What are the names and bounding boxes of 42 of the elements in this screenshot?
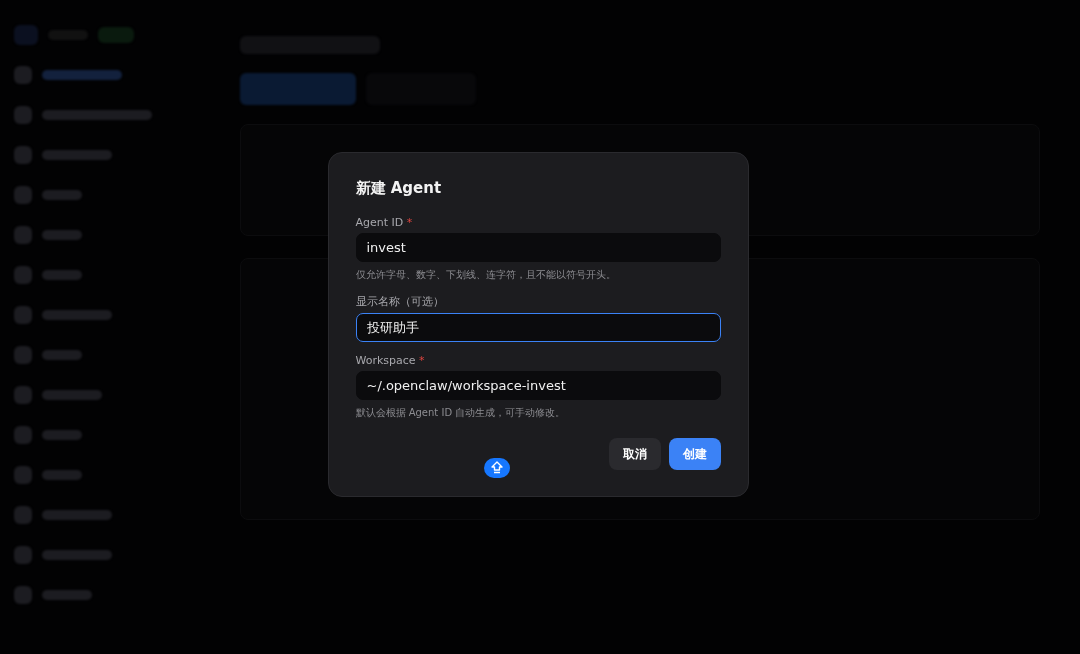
blurred-sidebar-item [42, 510, 112, 520]
blurred-sidebar-icon [14, 66, 32, 84]
arrow-up-icon[interactable] [483, 458, 510, 478]
field-hint: 默认会根据 Agent ID 自动生成，可手动修改。 [355, 406, 567, 420]
blurred-sidebar-icon [14, 506, 32, 524]
input-field[interactable]: 投研助手 [355, 313, 721, 342]
required-mark: * [405, 216, 413, 229]
blurred-sidebar-icon [14, 226, 32, 244]
blurred-sidebar-icon [14, 346, 32, 364]
blurred-sidebar-icon [14, 306, 32, 324]
field-hint: 仅允许字母、数字、下划线、连字符，且不能以符号开头。 [355, 268, 617, 282]
blurred-badge [98, 27, 134, 43]
blurred-sidebar-item [42, 390, 102, 400]
blurred-sidebar-icon [14, 386, 32, 404]
blurred-sidebar-icon [14, 466, 32, 484]
blurred-sidebar-icon [14, 426, 32, 444]
blurred-sidebar-item [42, 270, 82, 280]
blurred-sidebar-item [42, 550, 112, 560]
dialog-title: 新建 Agent [355, 179, 443, 198]
blurred-sidebar-icon [14, 106, 32, 124]
blurred-sidebar-item [42, 350, 82, 360]
cancel-button[interactable]: 取消 [608, 438, 661, 470]
blurred-logo [14, 25, 38, 45]
field-label: Workspace * [355, 354, 426, 367]
blurred-sidebar-item [42, 230, 82, 240]
blurred-sidebar-icon [14, 546, 32, 564]
blurred-sidebar-icon [14, 146, 32, 164]
blurred-sidebar-icon [14, 586, 32, 604]
blurred-sidebar-icon [14, 266, 32, 284]
blurred-sidebar-icon [14, 186, 32, 204]
required-mark: * [418, 354, 425, 367]
blurred-sidebar-item [42, 430, 82, 440]
blurred-sidebar-item [42, 190, 82, 200]
create-button[interactable]: 创建 [668, 438, 721, 470]
blurred-sidebar-item [42, 590, 92, 600]
field-label: 显示名称（可选） [355, 294, 445, 309]
input-field[interactable]: invest [355, 233, 721, 262]
field-label: Agent ID * [355, 216, 414, 229]
input-field[interactable]: ~/.openclaw/workspace-invest [355, 371, 721, 400]
blurred-sidebar-item [42, 470, 82, 480]
blurred-sidebar-item [42, 310, 112, 320]
blurred-sidebar-item [42, 150, 112, 160]
